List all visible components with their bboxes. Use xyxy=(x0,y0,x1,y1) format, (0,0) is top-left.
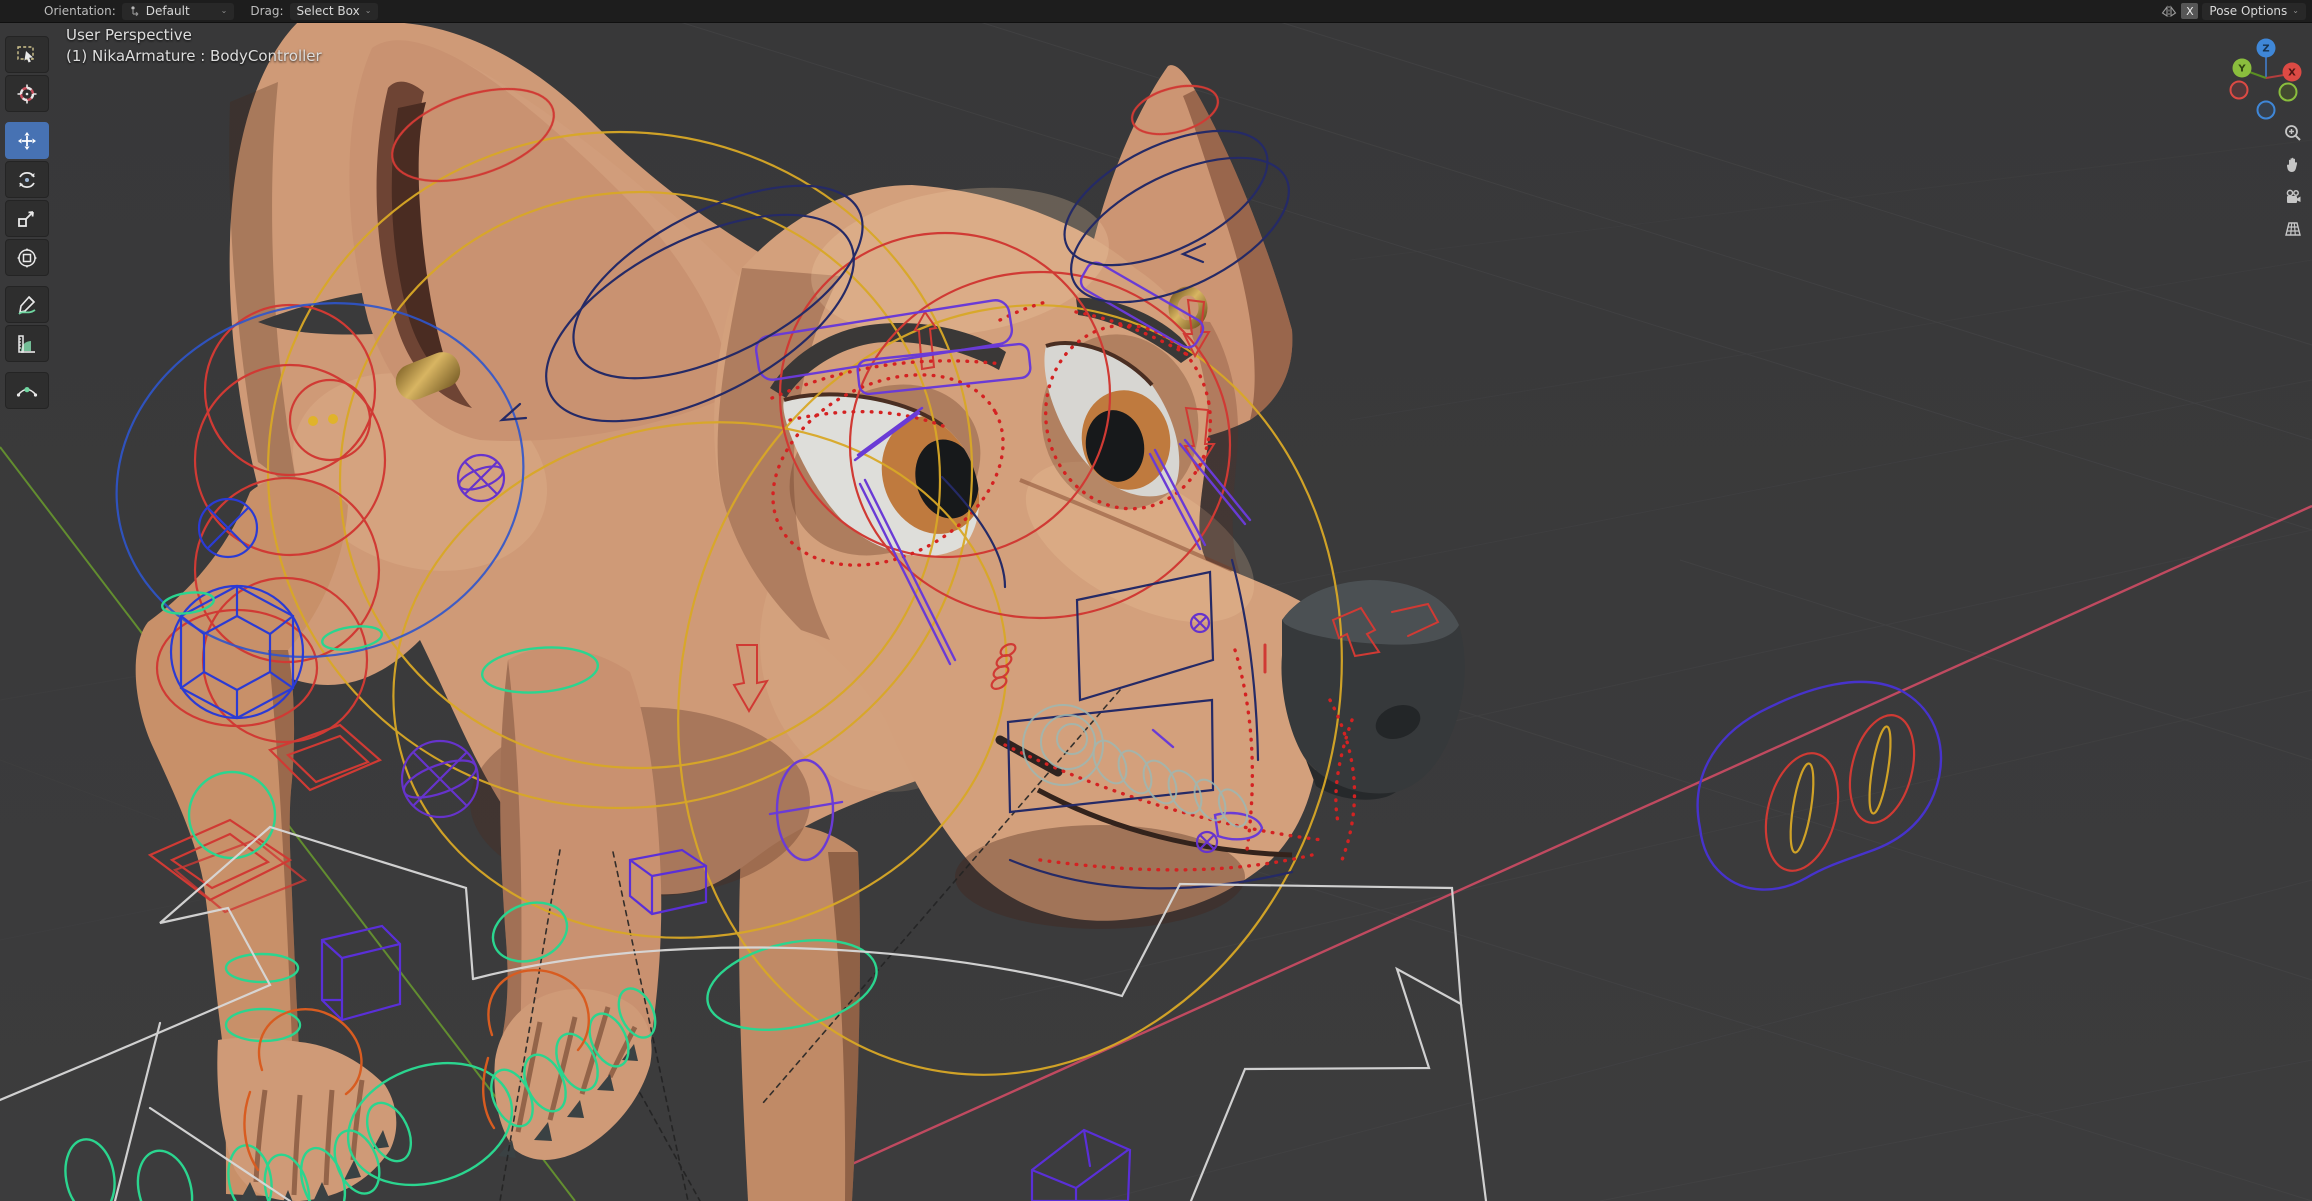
pan-button[interactable] xyxy=(2280,152,2305,177)
measure-icon xyxy=(18,334,35,353)
rotate-icon xyxy=(19,171,35,188)
gizmo-y-label: Y xyxy=(2237,64,2246,75)
toggle-ortho-button[interactable] xyxy=(2280,216,2305,241)
viewport-header: Orientation: Default ⌄ Drag: Select Box … xyxy=(0,0,2312,23)
gizmo-negative-x-axis[interactable] xyxy=(2229,80,2249,100)
chevron-down-icon: ⌄ xyxy=(2292,6,2299,15)
viewport-info-text: User Perspective (1) NikaArmature : Body… xyxy=(66,25,322,67)
transform-orientation-icon xyxy=(131,6,139,17)
gizmo-negative-y-axis[interactable] xyxy=(2278,82,2298,102)
pose-options-dropdown[interactable]: Pose Options ⌄ xyxy=(2202,2,2306,20)
chevron-down-icon: ⌄ xyxy=(220,6,228,15)
tool-rotate[interactable] xyxy=(5,161,49,198)
hand-icon xyxy=(2286,157,2297,172)
viewport-side-buttons xyxy=(2280,120,2305,241)
active-object-label: (1) NikaArmature : BodyController xyxy=(66,47,322,65)
tool-measure[interactable] xyxy=(5,325,49,362)
pose-mirror-x-icon xyxy=(2161,4,2177,18)
pose-options-value: Pose Options xyxy=(2209,4,2288,18)
mirror-x-toggle[interactable]: X xyxy=(2181,3,2199,19)
gizmo-x-label: X xyxy=(2288,68,2296,79)
move-icon xyxy=(18,131,36,150)
orientation-dropdown[interactable]: Default ⌄ xyxy=(121,2,235,20)
orientation-value: Default xyxy=(145,4,190,18)
pose-breakdowner-icon xyxy=(16,386,38,397)
gizmo-negative-z-axis[interactable] xyxy=(2256,100,2276,120)
magnifier-plus-icon xyxy=(2284,124,2301,141)
tool-pose-breakdowner[interactable] xyxy=(5,372,49,409)
orientation-label: Orientation: xyxy=(44,4,116,18)
camera-view-button[interactable] xyxy=(2280,184,2305,209)
perspective-grid-icon xyxy=(2284,221,2301,236)
viewport-3d-scene[interactable] xyxy=(0,22,2312,1201)
blender-window: { "header": { "orientation": { "label": … xyxy=(0,0,2312,1201)
tool-cursor[interactable] xyxy=(5,75,49,112)
tool-transform[interactable] xyxy=(5,239,49,276)
camera-icon xyxy=(2286,189,2300,203)
scale-icon xyxy=(18,210,34,227)
gizmo-z-label: Z xyxy=(2262,44,2269,55)
tool-move[interactable] xyxy=(5,122,49,159)
tool-annotate[interactable] xyxy=(5,286,49,323)
chevron-down-icon: ⌄ xyxy=(364,6,372,15)
annotate-pencil-icon xyxy=(18,295,36,315)
view-perspective-label: User Perspective xyxy=(66,26,192,44)
navigation-gizmo[interactable]: Z X Y xyxy=(2218,28,2312,124)
tool-scale[interactable] xyxy=(5,200,49,237)
dog-center-front-leg xyxy=(494,647,662,1160)
zoom-button[interactable] xyxy=(2280,120,2305,145)
drag-value: Select Box xyxy=(296,4,360,18)
tool-shelf xyxy=(5,36,49,409)
transform-icon xyxy=(17,247,37,268)
select-box-icon xyxy=(17,45,34,62)
cursor-icon xyxy=(17,84,37,103)
tool-select-box[interactable] xyxy=(5,36,49,73)
drag-dropdown[interactable]: Select Box ⌄ xyxy=(289,2,379,20)
drag-label: Drag: xyxy=(250,4,284,18)
